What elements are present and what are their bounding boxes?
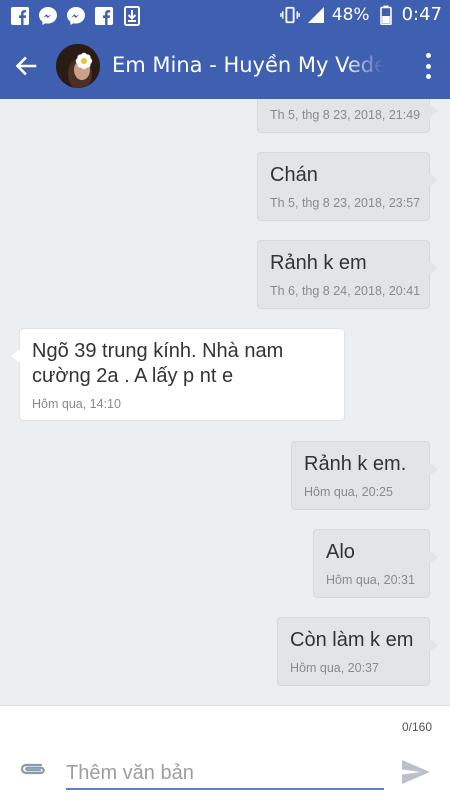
- message-bubble-incoming[interactable]: Ngõ 39 trung kính. Nhà nam cường 2a . A …: [11, 328, 345, 421]
- send-icon: [402, 760, 430, 784]
- message-list[interactable]: Th 5, thg 8 23, 2018, 21:49 Chán Th 5, t…: [0, 99, 450, 705]
- message-text: Rảnh k em: [270, 252, 367, 274]
- download-icon: [122, 6, 142, 26]
- message-bubble-outgoing[interactable]: Th 5, thg 8 23, 2018, 21:49: [257, 99, 438, 133]
- clock: 0:47: [401, 4, 442, 25]
- paperclip-icon: [20, 763, 45, 775]
- messenger-icon: [66, 6, 86, 26]
- message-bubble-outgoing[interactable]: Alo Hôm qua, 20:31: [313, 529, 438, 598]
- facebook-icon: [94, 6, 114, 26]
- message-timestamp: Hôm qua, 20:31: [326, 573, 415, 587]
- facebook-icon: [10, 6, 30, 26]
- signal-icon: [306, 5, 326, 25]
- composer: 0/160: [0, 705, 450, 800]
- app-bar: Em Mina - Huyền My Vedette: [0, 33, 450, 99]
- status-bar: 48% 0:47: [0, 0, 450, 33]
- message-text: Chán: [270, 164, 318, 186]
- message-timestamp: Th 6, thg 8 24, 2018, 20:41: [270, 284, 421, 298]
- character-counter: 0/160: [401, 720, 432, 734]
- back-button[interactable]: [10, 50, 42, 82]
- messenger-icon: [38, 6, 58, 26]
- contact-name[interactable]: Em Mina - Huyền My Vedette: [112, 53, 384, 77]
- send-button[interactable]: [400, 758, 432, 786]
- message-bubble-outgoing[interactable]: Rảnh k em Th 6, thg 8 24, 2018, 20:41: [257, 240, 438, 309]
- message-text: Còn làm k em: [290, 629, 414, 651]
- message-text: Ngõ 39 trung kính. Nhà nam cường 2a . A …: [32, 340, 284, 387]
- message-input[interactable]: [66, 760, 384, 790]
- more-options-button[interactable]: [422, 53, 434, 79]
- message-timestamp: Th 5, thg 8 23, 2018, 21:49: [270, 108, 421, 122]
- more-vert-icon: [425, 53, 431, 58]
- attach-button[interactable]: [18, 756, 48, 782]
- arrow-left-icon: [15, 56, 37, 76]
- message-bubble-outgoing[interactable]: Rảnh k em. Hôm qua, 20:25: [291, 441, 438, 510]
- message-text: Alo: [326, 541, 355, 563]
- message-bubble-outgoing[interactable]: Còn làm k em Hôm qua, 20:37: [277, 617, 438, 686]
- message-text: Rảnh k em.: [304, 453, 407, 475]
- avatar[interactable]: [56, 44, 100, 88]
- notification-icons: [10, 6, 142, 26]
- message-timestamp: Hôm qua, 20:37: [290, 661, 379, 675]
- message-bubble-outgoing[interactable]: Chán Th 5, thg 8 23, 2018, 23:57: [257, 152, 438, 221]
- system-status: 48% 0:47: [279, 4, 442, 25]
- vibrate-icon: [279, 5, 300, 25]
- message-timestamp: Th 5, thg 8 23, 2018, 23:57: [270, 196, 421, 210]
- battery-icon: [376, 5, 396, 25]
- message-timestamp: Hôm qua, 20:25: [304, 485, 393, 499]
- battery-percent: 48%: [331, 4, 370, 25]
- message-timestamp: Hôm qua, 14:10: [32, 397, 121, 411]
